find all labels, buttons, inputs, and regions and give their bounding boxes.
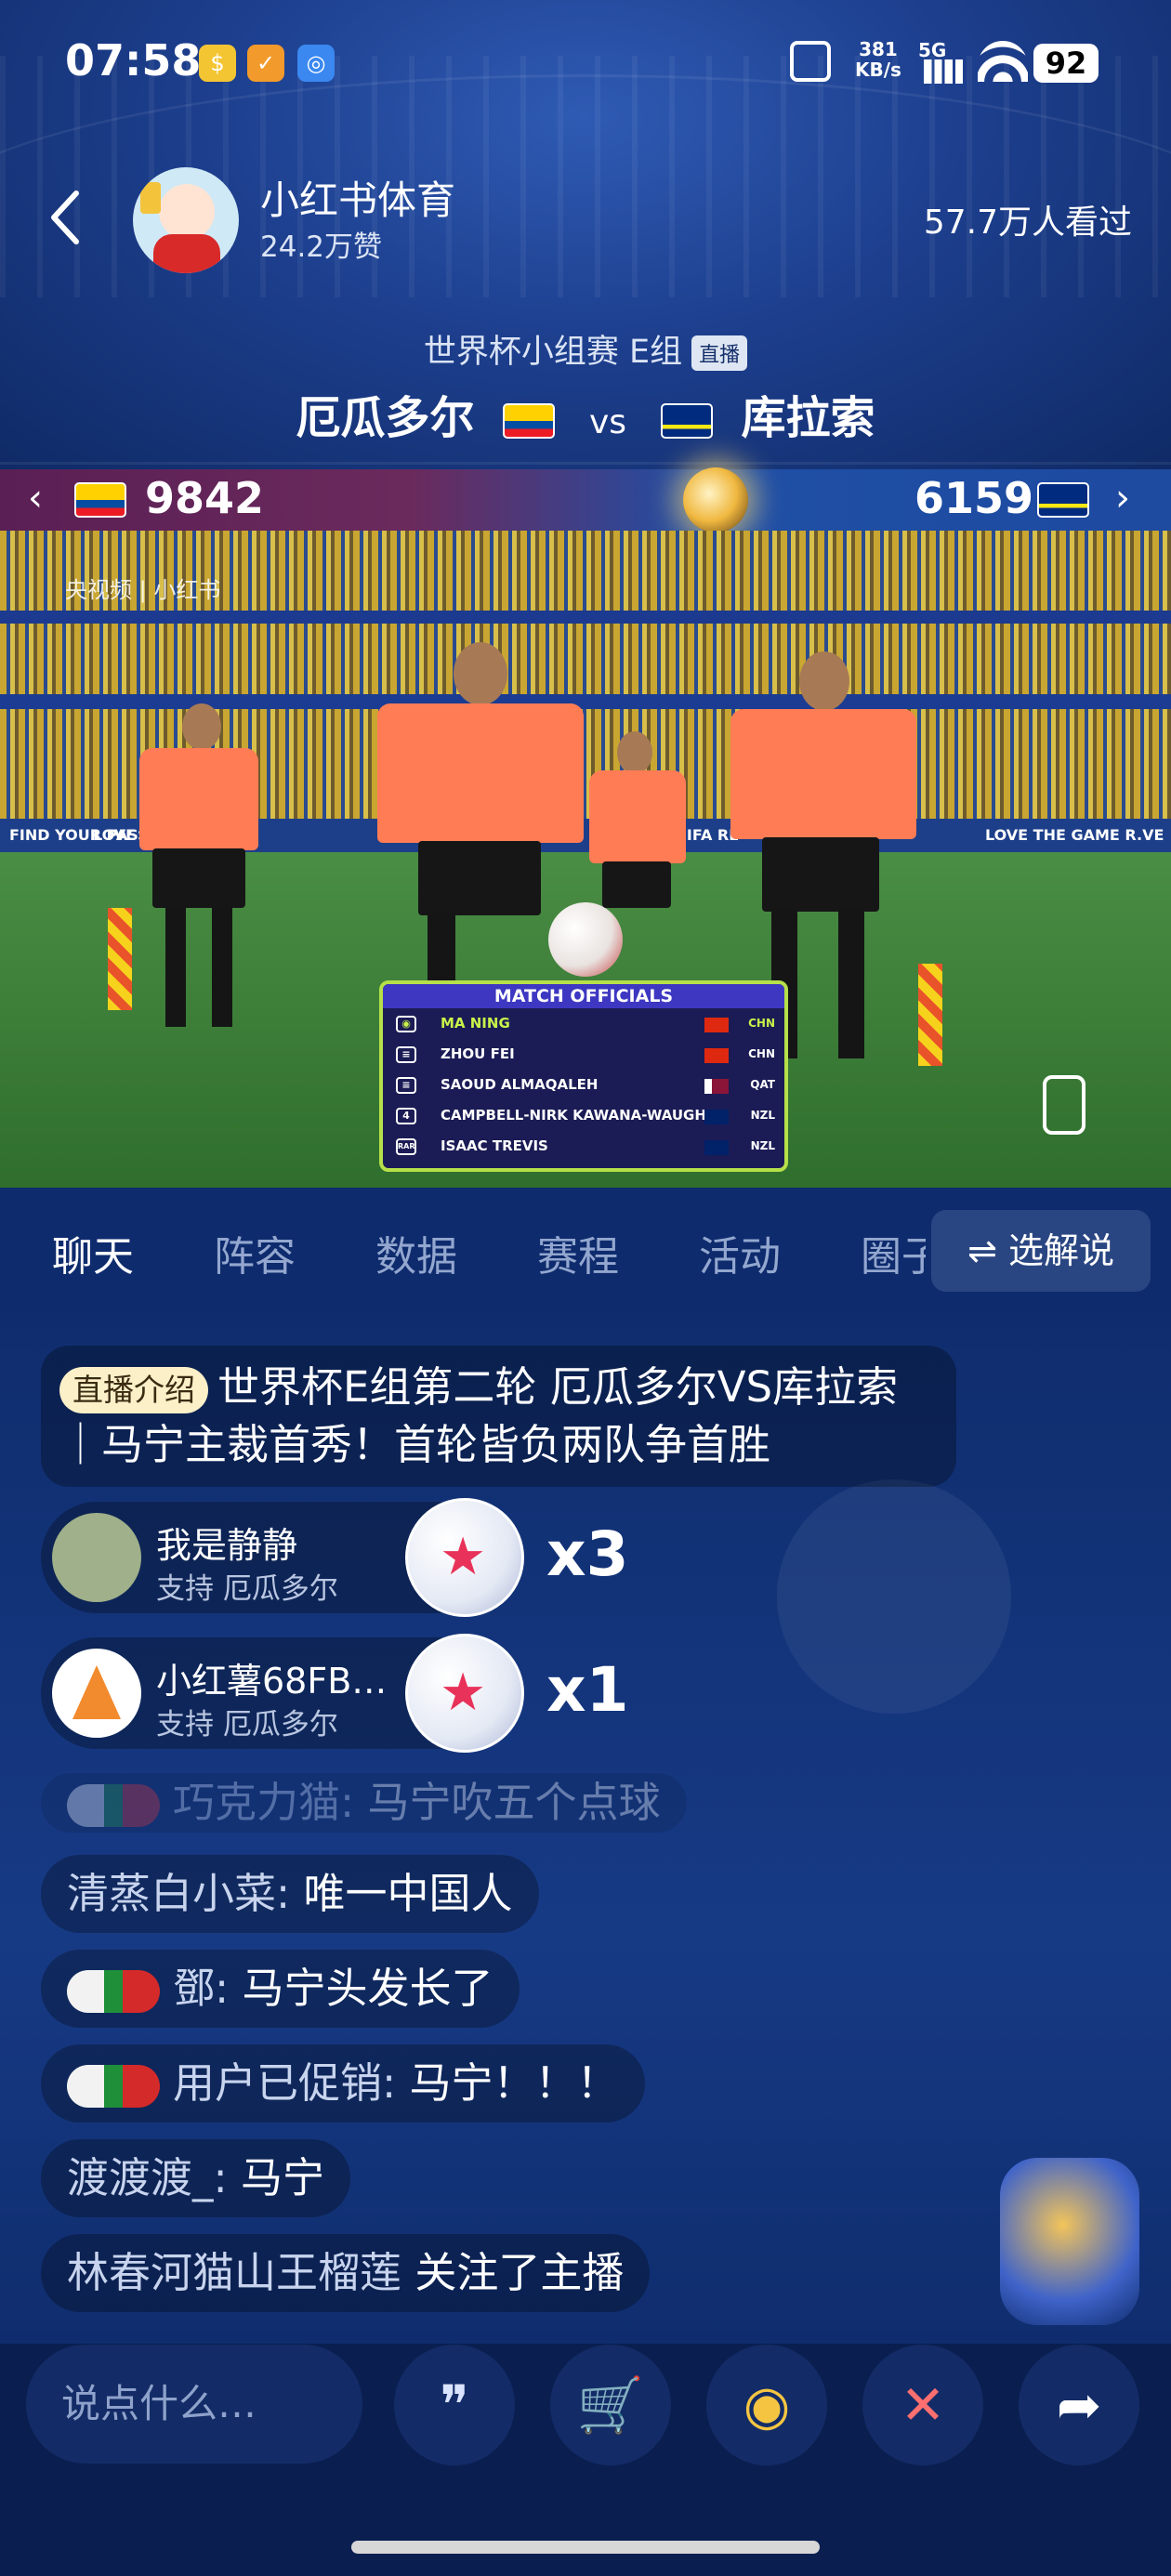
rotate-screen-icon[interactable]: [1043, 1075, 1085, 1135]
nz-flag-icon: [704, 1140, 729, 1155]
away-team: 库拉索: [741, 392, 875, 444]
net-speed: 381 KB/s: [855, 38, 901, 81]
tab-events[interactable]: 活动: [699, 1223, 781, 1282]
background-ball-decoration: [777, 1479, 1011, 1714]
status-time: 07:58: [65, 35, 202, 85]
chat-message: 渡渡渡_: 马宁: [41, 2139, 350, 2217]
channel-likes: 24.2万赞: [260, 230, 383, 264]
tab-bar: 聊天 阵容 数据 赛程 活动 圈子 ⇌ 选解说: [0, 1188, 1171, 1312]
chat-message: 鄧: 马宁头发长了: [41, 1950, 520, 2028]
official-row: ≡ ZHOU FEI CHN: [383, 1039, 784, 1070]
user-avatar[interactable]: [52, 1513, 141, 1602]
chat-input[interactable]: 说点什么…: [26, 2345, 362, 2464]
flag-icon: ≡: [396, 1077, 416, 1094]
home-team: 厄瓜多尔: [296, 392, 475, 444]
match-officials-overlay: MATCH OFFICIALS ◉ MA NING CHN ≡ ZHOU FEI CHN…: [379, 980, 788, 1172]
live-intro-message: 直播介绍 世界杯E组第二轮 厄瓜多尔VS库拉索｜马宁主裁首秀！首轮皆负两队争首胜: [41, 1346, 956, 1487]
team-badge-icon: [67, 2065, 160, 2108]
official-row: ≡ SAOUD ALMAQALEH QAT: [383, 1070, 784, 1100]
mascot-ball-icon[interactable]: [1000, 2158, 1139, 2325]
tab-stats[interactable]: 数据: [375, 1223, 457, 1282]
vibrate-icon: [790, 41, 831, 82]
prev-arrow-icon[interactable]: ‹: [28, 477, 43, 519]
app-notification-icon: ◎: [297, 45, 335, 82]
broadcast-watermark: 央视频 | 小红书: [65, 577, 221, 603]
ecuador-flag-icon: [503, 403, 556, 439]
tab-schedule[interactable]: 赛程: [537, 1223, 619, 1282]
gift-ball-button[interactable]: ◉: [706, 2345, 827, 2465]
comment-button[interactable]: ❞: [394, 2345, 515, 2465]
official-row: ◉ MA NING CHN: [383, 1008, 784, 1039]
network-type: 5G: [918, 39, 947, 61]
home-support-count: 9842: [145, 473, 265, 523]
flag-icon: ≡: [396, 1046, 416, 1063]
vs-label: vs: [588, 403, 627, 441]
app-notification-icon: $: [199, 45, 236, 82]
video-player[interactable]: FIND YOUR PASSION LOVE THE GAME FIFA RE …: [0, 531, 1171, 1188]
gift-count: x3: [546, 1518, 629, 1590]
chat-message: 林春河猫山王榴莲 关注了主播: [41, 2234, 651, 2312]
live-badge: 直播: [691, 335, 748, 371]
channel-name[interactable]: 小红书体育: [260, 169, 455, 226]
chat-panel: 直播介绍 世界杯E组第二轮 厄瓜多尔VS库拉索｜马宁主裁首秀！首轮皆负两队争首胜 …: [0, 1312, 1171, 2344]
signal-icon: [924, 59, 963, 84]
football-icon[interactable]: [683, 467, 748, 532]
channel-avatar[interactable]: [133, 167, 239, 273]
gift-message: 小红薯68FB… 支持 厄瓜多尔 ★ x1: [41, 1634, 629, 1753]
user-avatar[interactable]: [52, 1649, 141, 1738]
cheer-flags-button[interactable]: ✕: [862, 2345, 983, 2465]
next-arrow-icon[interactable]: ›: [1115, 477, 1130, 519]
team-badge-icon: [67, 1970, 160, 2013]
official-row: 4 CAMPBELL-NIRK KAWANA-WAUGH NZL: [383, 1100, 784, 1131]
qatar-flag-icon: [704, 1079, 729, 1094]
intro-badge: 直播介绍: [59, 1367, 208, 1413]
curacao-flag-icon: [660, 403, 713, 439]
chat-message: 巧克力猫: 马宁吹五个点球: [41, 1773, 687, 1833]
linesman-flag: [108, 908, 132, 1010]
shop-cart-button[interactable]: 🛒: [550, 2345, 671, 2465]
football-gift-icon: ★: [405, 1634, 524, 1753]
chat-message: 用户已促销: 马宁！！！: [41, 2044, 645, 2123]
match-subtitle: 世界杯小组赛 E组 直播: [0, 325, 1171, 373]
officials-title: MATCH OFFICIALS: [383, 984, 784, 1008]
china-flag-icon: [704, 1048, 729, 1063]
curacao-flag-icon: [1037, 482, 1089, 518]
china-flag-icon: [704, 1018, 729, 1032]
share-button[interactable]: ➦: [1019, 2345, 1139, 2465]
bottom-bar: 说点什么… ❞ 🛒 ◉ ✕ ➦: [0, 2344, 1171, 2576]
whistle-icon: ◉: [396, 1016, 416, 1032]
ecuador-flag-icon: [74, 482, 126, 518]
support-score-bar: ‹ 9842 6159 ›: [0, 467, 1171, 532]
tab-circle[interactable]: 圈子: [861, 1223, 926, 1282]
tab-chat[interactable]: 聊天: [52, 1223, 134, 1282]
back-icon[interactable]: [46, 188, 84, 247]
football-gift-icon: ★: [405, 1498, 524, 1617]
linesman-flag: [918, 964, 942, 1066]
tab-lineup[interactable]: 阵容: [214, 1223, 296, 1282]
match-teams: 厄瓜多尔 vs 库拉索: [0, 381, 1171, 446]
referee-figure: [134, 703, 264, 1112]
official-row: RAR ISAAC TREVIS NZL: [396, 1137, 775, 1155]
gift-count: x1: [546, 1654, 629, 1726]
gift-message: 我是静静 支持 厄瓜多尔 ★ x3: [41, 1498, 629, 1617]
team-badge-icon: [67, 1784, 160, 1827]
chat-message: 清蒸白小菜: 唯一中国人: [41, 1855, 539, 1933]
viewer-count: 57.7万人看过: [923, 204, 1132, 242]
nz-flag-icon: [704, 1110, 729, 1124]
app-notification-icon: ✓: [247, 45, 284, 82]
away-support-count: 6159: [914, 473, 1034, 523]
battery-icon: 92: [1033, 44, 1099, 83]
home-indicator[interactable]: [351, 2541, 820, 2554]
pick-commentary-button[interactable]: ⇌ 选解说: [931, 1210, 1151, 1292]
